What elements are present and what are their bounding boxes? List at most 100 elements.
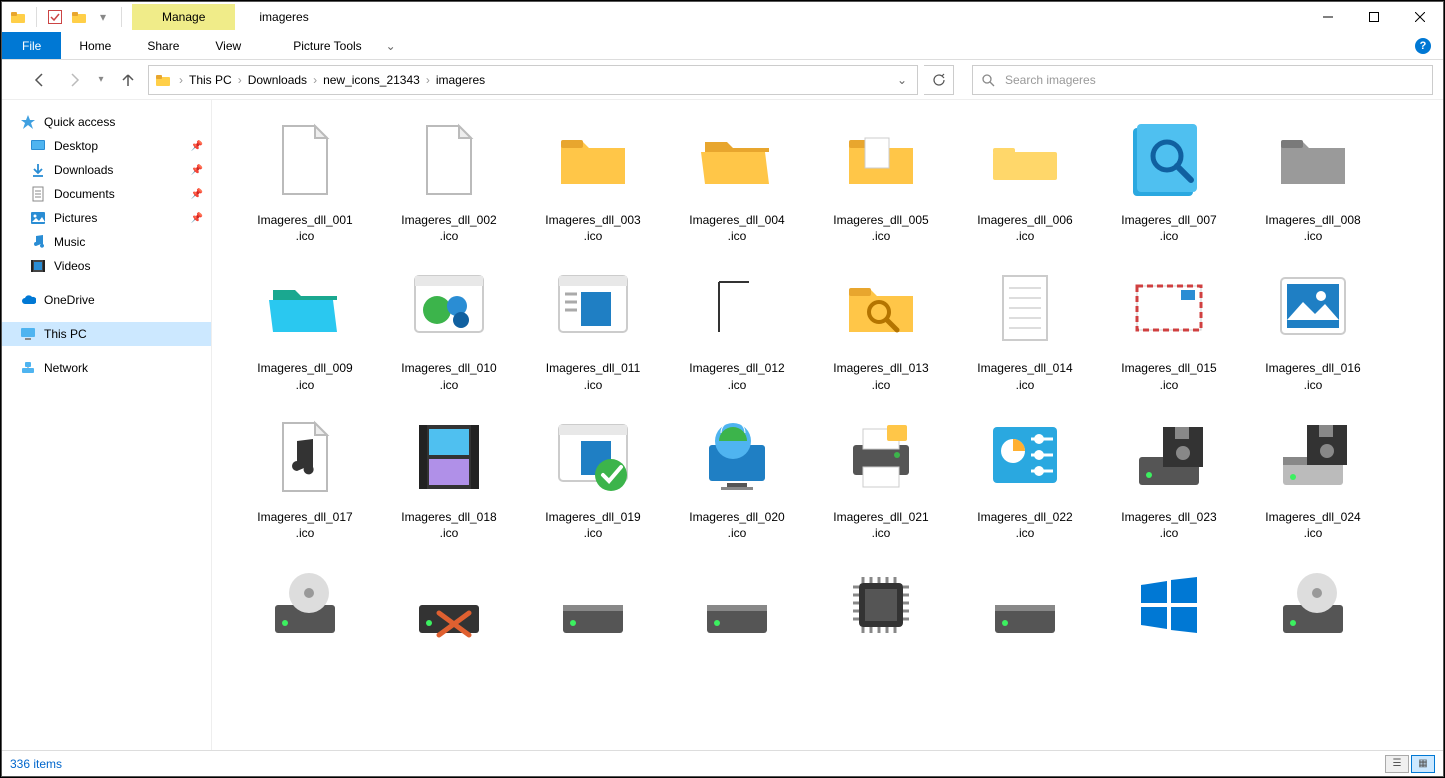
file-item[interactable]: Imageres_dll_009 .ico: [236, 260, 374, 392]
recent-dropdown-icon[interactable]: ▾: [94, 66, 108, 94]
minimize-button[interactable]: [1305, 2, 1351, 32]
file-item[interactable]: Imageres_dll_016 .ico: [1244, 260, 1382, 392]
file-label: Imageres_dll_023 .ico: [1121, 509, 1216, 541]
file-item[interactable]: [956, 557, 1094, 657]
file-item[interactable]: [1244, 557, 1382, 657]
file-tab[interactable]: File: [2, 32, 61, 59]
file-label: Imageres_dll_022 .ico: [977, 509, 1072, 541]
folder-flat-icon: [977, 112, 1073, 208]
sidebar-item-desktop[interactable]: Desktop📌: [2, 134, 211, 158]
address-bar[interactable]: › This PC › Downloads › new_icons_21343 …: [148, 65, 918, 95]
file-item[interactable]: Imageres_dll_004 .ico: [668, 112, 806, 244]
chevron-right-icon[interactable]: ›: [311, 73, 319, 87]
forward-button[interactable]: [60, 66, 88, 94]
up-button[interactable]: [114, 66, 142, 94]
file-label: Imageres_dll_019 .ico: [545, 509, 640, 541]
file-item[interactable]: Imageres_dll_022 .ico: [956, 409, 1094, 541]
sidebar-item-this-pc[interactable]: This PC: [2, 322, 211, 346]
file-item[interactable]: Imageres_dll_020 .ico: [668, 409, 806, 541]
sidebar-item-quick-access[interactable]: Quick access: [2, 110, 211, 134]
drive-icon: [545, 557, 641, 653]
icons-view-button[interactable]: ▦: [1411, 755, 1435, 773]
cloud-icon: [20, 292, 36, 308]
folder-search-y-icon: [833, 260, 929, 356]
back-button[interactable]: [26, 66, 54, 94]
refresh-button[interactable]: [924, 65, 954, 95]
file-item[interactable]: Imageres_dll_005 .ico: [812, 112, 950, 244]
file-item[interactable]: [236, 557, 374, 657]
folder-icon: [153, 70, 173, 90]
file-label: Imageres_dll_013 .ico: [833, 360, 928, 392]
pin-icon: 📌: [191, 213, 203, 224]
file-item[interactable]: Imageres_dll_014 .ico: [956, 260, 1094, 392]
file-item[interactable]: Imageres_dll_008 .ico: [1244, 112, 1382, 244]
search-input[interactable]: [1005, 73, 1424, 87]
network-globe-icon: [401, 260, 497, 356]
windows-logo-icon: [1121, 557, 1217, 653]
file-item[interactable]: Imageres_dll_001 .ico: [236, 112, 374, 244]
sidebar-item-network[interactable]: Network: [2, 356, 211, 380]
file-item[interactable]: Imageres_dll_017 .ico: [236, 409, 374, 541]
file-item[interactable]: Imageres_dll_024 .ico: [1244, 409, 1382, 541]
breadcrumb-segment[interactable]: This PC: [185, 71, 236, 89]
file-item[interactable]: Imageres_dll_006 .ico: [956, 112, 1094, 244]
item-count: 336 items: [10, 757, 62, 771]
file-item[interactable]: Imageres_dll_018 .ico: [380, 409, 518, 541]
search-box[interactable]: [972, 65, 1433, 95]
pin-icon: 📌: [191, 189, 203, 200]
file-list[interactable]: Imageres_dll_001 .ico Imageres_dll_002 .i…: [212, 100, 1443, 750]
file-item[interactable]: [524, 557, 662, 657]
sidebar-item-videos[interactable]: Videos: [2, 254, 211, 278]
folder-search-icon: [1121, 112, 1217, 208]
close-button[interactable]: [1397, 2, 1443, 32]
new-folder-icon[interactable]: [69, 7, 89, 27]
file-item[interactable]: Imageres_dll_007 .ico: [1100, 112, 1238, 244]
folder-gray-icon: [1265, 112, 1361, 208]
file-item[interactable]: Imageres_dll_003 .ico: [524, 112, 662, 244]
chevron-right-icon[interactable]: ›: [236, 73, 244, 87]
qat-dropdown-icon[interactable]: ▾: [93, 7, 113, 27]
sidebar-item-onedrive[interactable]: OneDrive: [2, 288, 211, 312]
breadcrumb-segment[interactable]: new_icons_21343: [319, 71, 424, 89]
breadcrumb-segment[interactable]: imageres: [432, 71, 489, 89]
maximize-button[interactable]: [1351, 2, 1397, 32]
tab-view[interactable]: View: [197, 32, 259, 59]
details-view-button[interactable]: ☰: [1385, 755, 1409, 773]
chevron-right-icon[interactable]: ›: [177, 73, 185, 87]
tab-picture-tools[interactable]: Picture Tools: [275, 32, 379, 59]
properties-checkbox-icon[interactable]: [45, 7, 65, 27]
file-label: Imageres_dll_018 .ico: [401, 509, 496, 541]
tab-home[interactable]: Home: [61, 32, 129, 59]
file-item[interactable]: Imageres_dll_019 .ico: [524, 409, 662, 541]
file-item[interactable]: Imageres_dll_012 .ico: [668, 260, 806, 392]
file-item[interactable]: [380, 557, 518, 657]
sidebar-item-pictures[interactable]: Pictures📌: [2, 206, 211, 230]
collapse-ribbon-icon[interactable]: ⌄: [380, 32, 402, 59]
help-button[interactable]: ?: [1409, 32, 1437, 59]
manage-tab[interactable]: Manage: [132, 4, 235, 30]
download-icon: [30, 162, 46, 178]
file-item[interactable]: [668, 557, 806, 657]
file-label: Imageres_dll_002 .ico: [401, 212, 496, 244]
file-label: Imageres_dll_007 .ico: [1121, 212, 1216, 244]
sidebar-item-downloads[interactable]: Downloads📌: [2, 158, 211, 182]
envelope-icon: [1121, 260, 1217, 356]
sidebar-item-documents[interactable]: Documents📌: [2, 182, 211, 206]
file-label: Imageres_dll_015 .ico: [1121, 360, 1216, 392]
file-item[interactable]: Imageres_dll_013 .ico: [812, 260, 950, 392]
file-item[interactable]: [1100, 557, 1238, 657]
file-item[interactable]: Imageres_dll_011 .ico: [524, 260, 662, 392]
file-item[interactable]: Imageres_dll_002 .ico: [380, 112, 518, 244]
file-item[interactable]: Imageres_dll_015 .ico: [1100, 260, 1238, 392]
chevron-right-icon[interactable]: ›: [424, 73, 432, 87]
globe-monitor-icon: [689, 409, 785, 505]
file-item[interactable]: Imageres_dll_021 .ico: [812, 409, 950, 541]
address-dropdown-icon[interactable]: ⌄: [891, 73, 913, 87]
file-item[interactable]: Imageres_dll_010 .ico: [380, 260, 518, 392]
breadcrumb-segment[interactable]: Downloads: [244, 71, 311, 89]
sidebar-item-music[interactable]: Music: [2, 230, 211, 254]
file-item[interactable]: [812, 557, 950, 657]
tab-share[interactable]: Share: [129, 32, 197, 59]
file-item[interactable]: Imageres_dll_023 .ico: [1100, 409, 1238, 541]
navigation-bar: ▾ › This PC › Downloads › new_icons_2134…: [2, 60, 1443, 100]
